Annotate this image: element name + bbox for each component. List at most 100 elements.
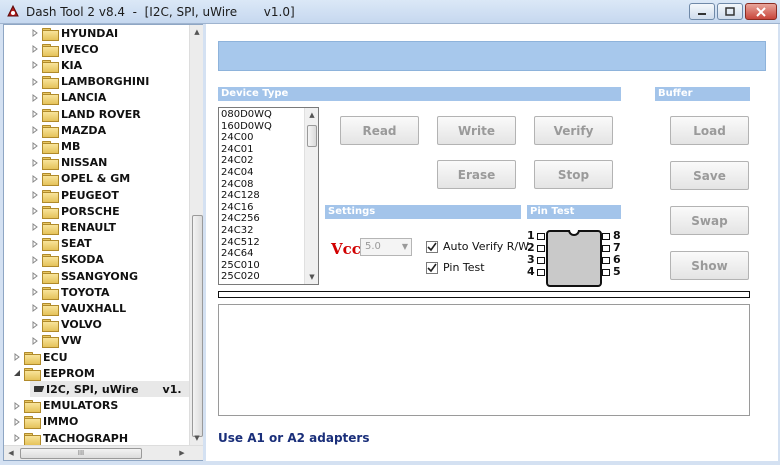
expand-arrow-icon[interactable]	[30, 141, 40, 151]
tree-item[interactable]: NISSAN	[30, 155, 107, 171]
scroll-right-icon[interactable]: ▶	[175, 446, 189, 460]
tree-item[interactable]: MB	[30, 138, 80, 154]
chip-icon[interactable]	[34, 384, 44, 394]
device-list-scroll-thumb[interactable]	[307, 125, 317, 147]
device-type-item[interactable]: 160D0WQ	[221, 121, 303, 133]
device-type-item[interactable]: 24C16	[221, 202, 303, 214]
device-type-item[interactable]: 24C256	[221, 213, 303, 225]
expand-arrow-icon[interactable]	[30, 125, 40, 135]
tree-item[interactable]: EMULATORS	[12, 398, 118, 414]
expand-arrow-icon[interactable]	[30, 109, 40, 119]
expand-arrow-icon[interactable]	[30, 336, 40, 346]
tree-item[interactable]: VOLVO	[30, 317, 102, 333]
swap-button[interactable]: Swap	[670, 206, 749, 235]
checkbox-box[interactable]	[426, 261, 438, 274]
expand-open-icon[interactable]	[12, 368, 22, 378]
pin-test-checkbox[interactable]: Pin Test	[426, 261, 485, 274]
device-list-scrollbar[interactable]: ▲ ▼	[304, 108, 318, 284]
device-type-list[interactable]: 080D0WQ 160D0WQ 24C00 24C01 24C02 24C04 24C08 2…	[218, 107, 319, 285]
device-type-item[interactable]: 24C02	[221, 155, 303, 167]
expand-arrow-icon[interactable]	[30, 255, 40, 265]
scroll-up-icon[interactable]: ▲	[305, 108, 318, 122]
title-bar[interactable]: Dash Tool 2 v8.4 - [I2C, SPI, uWire v1.0…	[0, 0, 780, 24]
device-type-item[interactable]: 25C010	[221, 260, 303, 272]
device-type-item[interactable]: 24C08	[221, 179, 303, 191]
checkbox-box[interactable]	[426, 240, 438, 253]
tree-item[interactable]: TOYOTA	[30, 284, 110, 300]
tree-item[interactable]: VAUXHALL	[30, 300, 126, 316]
expand-arrow-icon[interactable]	[30, 93, 40, 103]
device-type-item[interactable]: 25C020	[221, 271, 303, 283]
folder-icon	[42, 189, 59, 203]
device-type-item[interactable]: 24C64	[221, 248, 303, 260]
expand-arrow-icon[interactable]	[12, 401, 22, 411]
tree-item[interactable]: ECU	[12, 349, 68, 365]
tree-item[interactable]: IVECO	[30, 41, 99, 57]
folder-icon	[42, 92, 59, 106]
tree-vertical-scrollbar[interactable]: ▲ ▼	[189, 25, 203, 445]
tree-item[interactable]: HYUNDAI	[30, 25, 118, 41]
vcc-select[interactable]: 5.0 ▼	[360, 238, 412, 256]
tree-item[interactable]: RENAULT	[30, 219, 116, 235]
expand-arrow-icon[interactable]	[12, 433, 22, 443]
expand-arrow-icon[interactable]	[30, 206, 40, 216]
tree-item[interactable]: TACHOGRAPH	[12, 430, 128, 445]
tree-item[interactable]: SKODA	[30, 252, 104, 268]
device-type-item[interactable]: 24C128	[221, 190, 303, 202]
device-type-item[interactable]: 24C00	[221, 132, 303, 144]
scroll-left-icon[interactable]: ◀	[4, 446, 18, 460]
tree-item[interactable]: PEUGEOT	[30, 187, 119, 203]
read-button[interactable]: Read	[340, 116, 419, 145]
verify-button[interactable]: Verify	[534, 116, 613, 145]
expand-arrow-icon[interactable]	[30, 320, 40, 330]
expand-arrow-icon[interactable]	[30, 158, 40, 168]
tree-item[interactable]: SSANGYONG	[30, 268, 138, 284]
auto-verify-checkbox[interactable]: Auto Verify R/W	[426, 240, 529, 253]
device-type-item[interactable]: 24C04	[221, 167, 303, 179]
expand-arrow-icon[interactable]	[12, 417, 22, 427]
tree-item[interactable]: PORSCHE	[30, 203, 120, 219]
device-type-item[interactable]: 24C01	[221, 144, 303, 156]
tree-item-selected[interactable]: I2C, SPI, uWire v1.	[30, 381, 189, 398]
show-button[interactable]: Show	[670, 251, 749, 280]
minimize-button[interactable]	[689, 3, 715, 20]
expand-arrow-icon[interactable]	[30, 77, 40, 87]
scroll-down-icon[interactable]: ▼	[305, 270, 318, 284]
tree-item[interactable]: VW	[30, 333, 82, 349]
expand-arrow-icon[interactable]	[30, 287, 40, 297]
close-button[interactable]	[745, 3, 777, 20]
maximize-button[interactable]	[717, 3, 743, 20]
tree-horizontal-scrollbar[interactable]: ◀ III ▶	[4, 445, 203, 460]
device-type-item[interactable]: 24C512	[221, 237, 303, 249]
tree-item[interactable]: KIA	[30, 57, 82, 73]
scroll-thumb-horizontal[interactable]: III	[20, 448, 142, 459]
expand-arrow-icon[interactable]	[30, 239, 40, 249]
tree-item[interactable]: LAMBORGHINI	[30, 74, 149, 90]
tree-item[interactable]: LANCIA	[30, 90, 106, 106]
expand-arrow-icon[interactable]	[30, 44, 40, 54]
expand-arrow-icon[interactable]	[30, 174, 40, 184]
expand-arrow-icon[interactable]	[30, 190, 40, 200]
tree-item[interactable]: IMMO	[12, 414, 78, 430]
scroll-down-icon[interactable]: ▼	[190, 431, 204, 445]
tree-item[interactable]: LAND ROVER	[30, 106, 141, 122]
tree-item[interactable]: SEAT	[30, 236, 92, 252]
tree-item[interactable]: EEPROM	[12, 365, 95, 381]
save-button[interactable]: Save	[670, 161, 749, 190]
device-type-item[interactable]: 24C32	[221, 225, 303, 237]
expand-arrow-icon[interactable]	[30, 28, 40, 38]
expand-arrow-icon[interactable]	[30, 222, 40, 232]
expand-arrow-icon[interactable]	[30, 303, 40, 313]
tree-item[interactable]: MAZDA	[30, 122, 106, 138]
scroll-thumb-vertical[interactable]	[192, 215, 203, 437]
erase-button[interactable]: Erase	[437, 160, 516, 189]
tree-item[interactable]: OPEL & GM	[30, 171, 130, 187]
write-button[interactable]: Write	[437, 116, 516, 145]
expand-arrow-icon[interactable]	[30, 60, 40, 70]
load-button[interactable]: Load	[670, 116, 749, 145]
stop-button[interactable]: Stop	[534, 160, 613, 189]
scroll-up-icon[interactable]: ▲	[190, 25, 204, 39]
device-type-item[interactable]: 080D0WQ	[221, 109, 303, 121]
expand-arrow-icon[interactable]	[12, 352, 22, 362]
expand-arrow-icon[interactable]	[30, 271, 40, 281]
